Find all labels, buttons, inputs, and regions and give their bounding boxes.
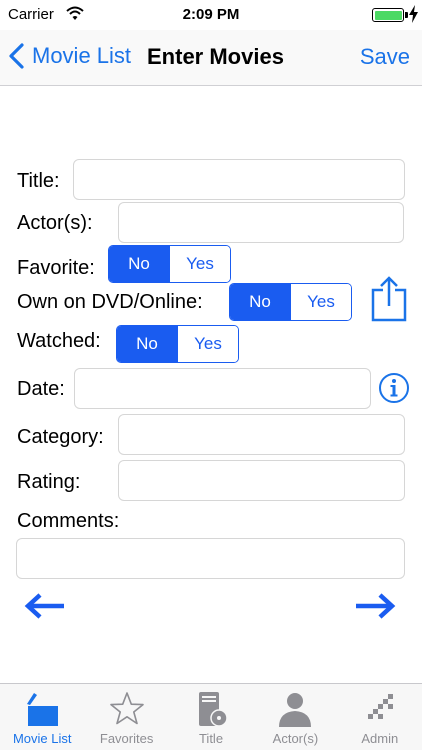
title-input[interactable] [73,159,405,200]
tab-label: Actor(s) [272,731,319,746]
own-yes-option[interactable]: Yes [290,284,351,320]
comments-label: Comments: [17,510,120,532]
category-label: Category: [17,426,104,448]
favorite-label: Favorite: [17,257,95,279]
watched-yes-option[interactable]: Yes [177,326,238,362]
rating-label: Rating: [17,471,81,493]
chevron-left-icon [9,43,24,69]
watched-label: Watched: [17,330,101,352]
battery-cap [405,12,408,18]
category-input[interactable] [118,414,405,455]
date-input[interactable] [74,368,371,409]
watched-no-option[interactable]: No [117,326,177,362]
tab-actors[interactable]: Actor(s) [253,684,337,750]
film-reel-icon [199,692,228,727]
share-icon[interactable] [370,276,408,322]
back-button-label: Movie List [32,43,132,68]
person-icon [279,693,312,727]
arrow-right-icon[interactable] [354,592,396,620]
own-segmented-control: No Yes [229,283,352,321]
favorite-no-option[interactable]: No [109,246,169,282]
favorite-yes-option[interactable]: Yes [169,246,230,282]
tab-label: Favorites [99,731,154,746]
tab-admin[interactable]: Admin [338,684,422,750]
back-button[interactable]: Movie List [8,40,131,72]
clapperboard-icon [27,693,59,726]
own-no-option[interactable]: No [230,284,290,320]
save-button[interactable]: Save [360,44,410,70]
tab-title[interactable]: Title [169,684,253,750]
arrow-left-icon[interactable] [24,592,66,620]
status-bar: Carrier 2:09 PM [0,0,422,30]
tab-favorites[interactable]: Favorites [84,684,168,750]
own-label: Own on DVD/Online: [17,291,203,313]
tab-bar: Movie List Favorites Title Actor(s) Admi… [0,683,422,750]
admin-icon [367,694,393,719]
watched-segmented-control: No Yes [116,325,239,363]
comments-input[interactable] [16,538,405,579]
favorite-segmented-control: No Yes [108,245,231,283]
actors-input[interactable] [118,202,404,243]
status-time: 2:09 PM [182,6,240,23]
tab-label: Movie List [12,731,72,746]
page-title: Enter Movies [147,44,284,69]
tab-label: Title [198,731,224,746]
info-icon[interactable] [378,372,410,404]
navigation-bar: Movie List Enter Movies Save [0,30,422,86]
tab-movie-list[interactable]: Movie List [0,684,84,750]
actors-label: Actor(s): [17,212,93,234]
date-label: Date: [17,378,65,400]
star-icon [109,692,144,725]
charging-icon [409,5,418,23]
battery-icon [372,8,404,22]
title-label: Title: [17,170,60,192]
tab-label: Admin [361,731,399,746]
rating-input[interactable] [118,460,405,501]
